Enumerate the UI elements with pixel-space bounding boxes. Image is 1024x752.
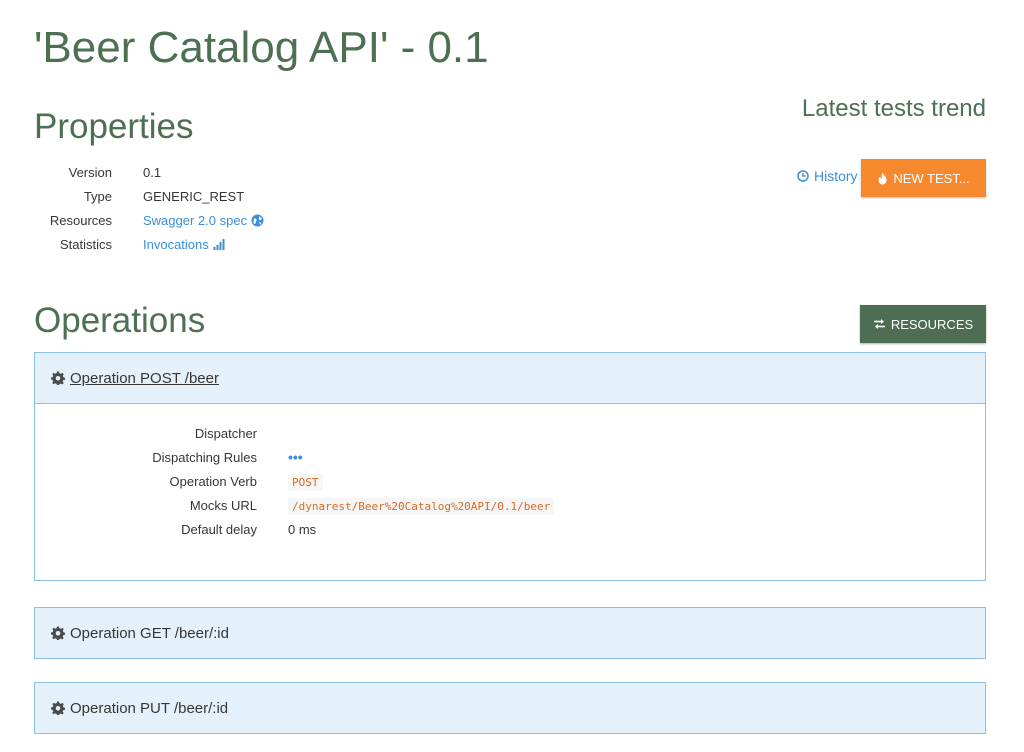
detail-label: Dispatcher bbox=[194, 425, 257, 441]
exchange-icon bbox=[873, 318, 886, 330]
property-value: 0.1 bbox=[143, 164, 162, 180]
detail-value: 0 ms bbox=[288, 521, 317, 537]
history-link[interactable]: History bbox=[797, 168, 858, 184]
detail-label: Default delay bbox=[181, 521, 257, 537]
detail-row-dispatcher: Dispatcher bbox=[35, 421, 554, 445]
resources-button-label: RESOURCES bbox=[890, 316, 974, 332]
history-label: History bbox=[814, 168, 858, 184]
properties-table: Version 0.1 Type GENERIC_REST Resources … bbox=[34, 160, 264, 256]
tests-trend-heading: Latest tests trend bbox=[801, 95, 986, 122]
gear-icon bbox=[51, 701, 65, 715]
property-row-resources: Resources Swagger 2.0 spec bbox=[34, 208, 264, 232]
property-value: GENERIC_REST bbox=[143, 188, 245, 204]
mocks-url-value: /dynarest/Beer%20Catalog%20API/0.1/beer bbox=[288, 497, 555, 515]
operation-body: Dispatcher Dispatching Rules ••• Operati… bbox=[35, 403, 985, 580]
detail-value bbox=[288, 421, 554, 445]
detail-row-operation-verb: Operation Verb POST bbox=[35, 469, 554, 493]
operation-panel: Operation PUT /beer/:id bbox=[34, 682, 986, 734]
bar-chart-icon bbox=[213, 238, 226, 250]
operation-details-table: Dispatcher Dispatching Rules ••• Operati… bbox=[35, 421, 555, 541]
detail-label: Operation Verb bbox=[169, 473, 257, 489]
operation-title: Operation PUT /beer/:id bbox=[70, 699, 229, 717]
detail-row-default-delay: Default delay 0 ms bbox=[35, 517, 554, 541]
property-label: Version bbox=[68, 164, 112, 180]
invocations-label: Invocations bbox=[143, 236, 209, 252]
operation-heading-get-beer-id[interactable]: Operation GET /beer/:id bbox=[35, 608, 985, 658]
property-label: Statistics bbox=[59, 236, 112, 252]
property-row-statistics: Statistics Invocations bbox=[34, 232, 264, 256]
property-label: Type bbox=[83, 188, 112, 204]
clock-icon bbox=[797, 170, 809, 182]
operation-title: Operation POST /beer bbox=[70, 369, 219, 387]
new-test-label: NEW TEST... bbox=[893, 170, 970, 186]
operation-heading-put-beer-id[interactable]: Operation PUT /beer/:id bbox=[35, 683, 985, 733]
fire-icon bbox=[877, 172, 888, 185]
property-row-type: Type GENERIC_REST bbox=[34, 184, 264, 208]
operations-heading: Operations bbox=[34, 301, 206, 340]
detail-row-mocks-url: Mocks URL /dynarest/Beer%20Catalog%20API… bbox=[35, 493, 555, 517]
properties-heading: Properties bbox=[34, 107, 194, 146]
globe-icon bbox=[251, 214, 264, 227]
resources-button[interactable]: RESOURCES bbox=[860, 305, 986, 343]
swagger-spec-link[interactable]: Swagger 2.0 spec bbox=[143, 213, 264, 228]
detail-label: Mocks URL bbox=[189, 497, 257, 513]
property-row-version: Version 0.1 bbox=[34, 160, 264, 184]
gear-icon bbox=[51, 626, 65, 640]
detail-label: Dispatching Rules bbox=[152, 449, 257, 465]
operation-panel: Operation POST /beer Dispatcher Dispatch… bbox=[34, 352, 986, 581]
property-label: Resources bbox=[49, 212, 112, 228]
page-title: 'Beer Catalog API' - 0.1 bbox=[34, 23, 489, 72]
new-test-button[interactable]: NEW TEST... bbox=[861, 159, 986, 197]
operation-panel: Operation GET /beer/:id bbox=[34, 607, 986, 659]
swagger-spec-label: Swagger 2.0 spec bbox=[143, 212, 248, 228]
dispatching-rules-ellipsis[interactable]: ••• bbox=[288, 449, 303, 465]
detail-row-dispatching-rules: Dispatching Rules ••• bbox=[35, 445, 554, 469]
operation-heading-post-beer[interactable]: Operation POST /beer bbox=[35, 353, 985, 403]
operation-verb-value: POST bbox=[288, 473, 323, 491]
operation-title: Operation GET /beer/:id bbox=[70, 624, 229, 642]
invocations-link[interactable]: Invocations bbox=[143, 237, 226, 252]
gear-icon bbox=[51, 371, 65, 385]
